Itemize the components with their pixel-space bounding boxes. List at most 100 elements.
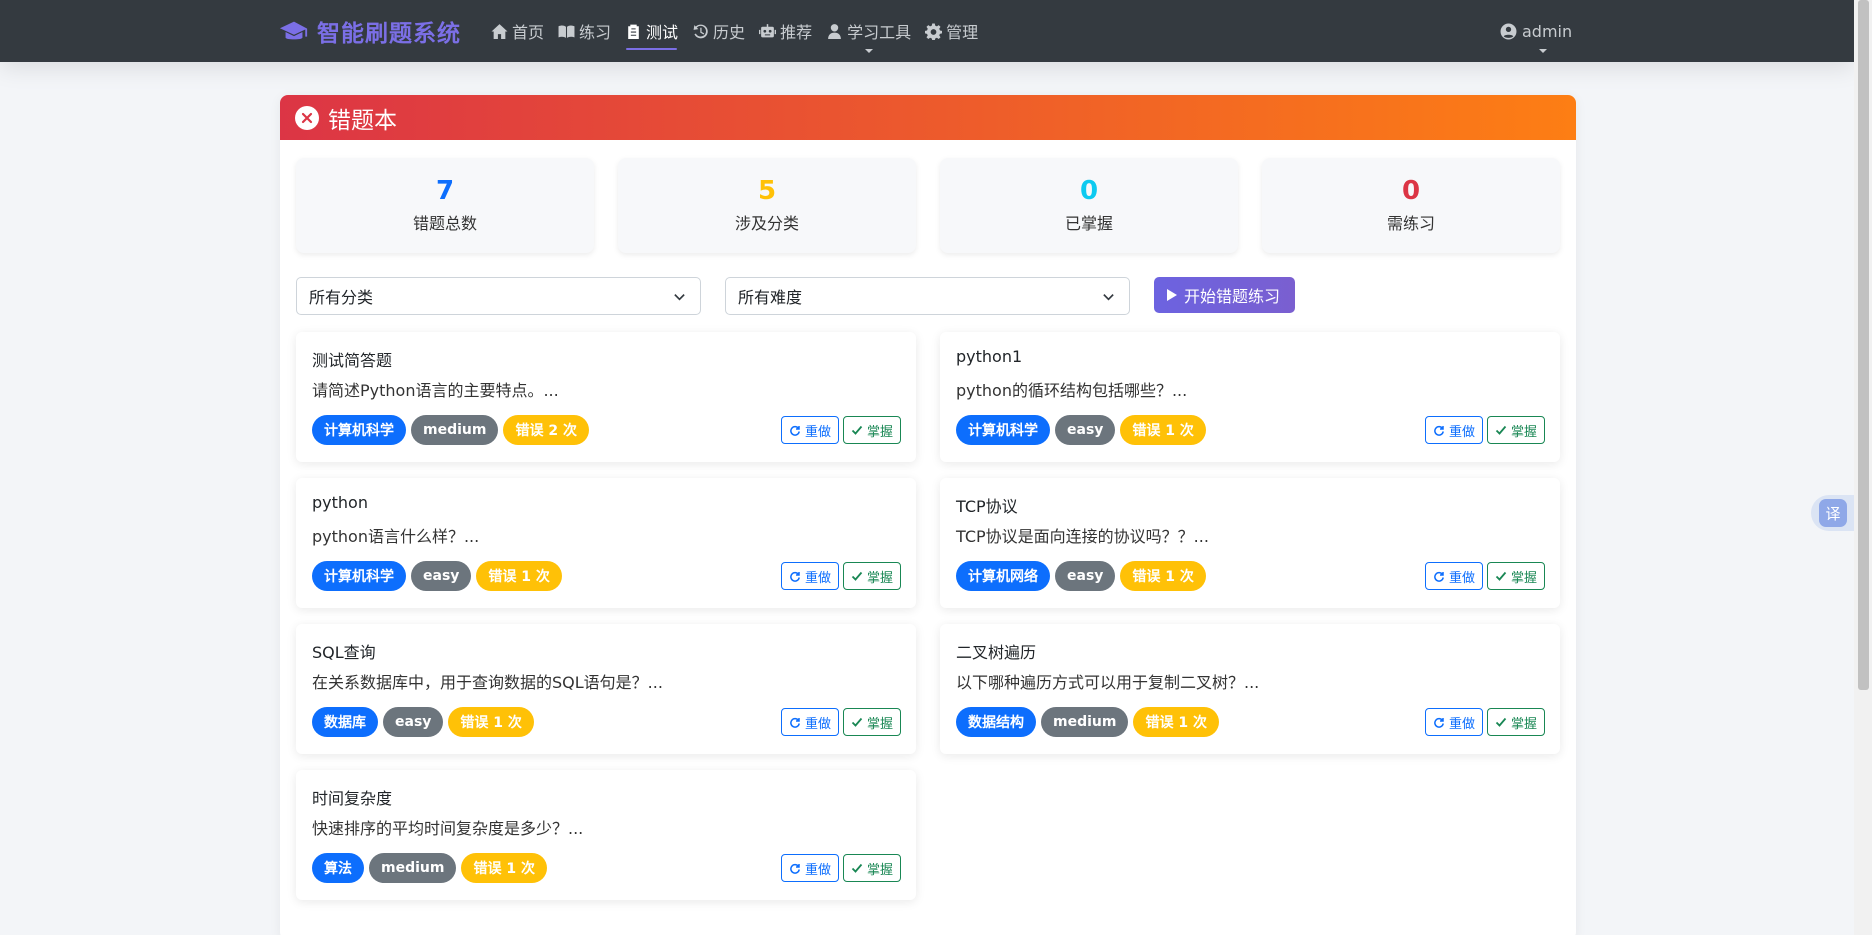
- page-scrollbar[interactable]: [1854, 0, 1872, 935]
- brand-link[interactable]: 智能刷题系统: [279, 14, 461, 48]
- card-header: 错题本: [280, 95, 1576, 140]
- category-badge: 计算机科学: [956, 415, 1050, 445]
- nav-label: 首页: [512, 23, 545, 42]
- difficulty-badge: easy: [411, 561, 472, 591]
- brand-name: 智能刷题系统: [317, 21, 461, 47]
- button-label: 掌握: [866, 862, 893, 878]
- master-button[interactable]: 掌握: [1486, 562, 1545, 590]
- nav-label: 测试: [646, 23, 679, 42]
- button-label: 重做: [804, 716, 831, 732]
- difficulty-badge: medium: [411, 415, 499, 445]
- button-label: 重做: [1448, 424, 1475, 440]
- redo-button[interactable]: 重做: [1424, 708, 1483, 736]
- stat-label: 已掌握: [1064, 214, 1113, 233]
- category-badge: 数据库: [312, 707, 378, 737]
- redo-button[interactable]: 重做: [780, 562, 839, 590]
- redo-button[interactable]: 重做: [1424, 416, 1483, 444]
- question-card: 时间复杂度 快速排序的平均时间复杂度是多少？... 算法 medium 错误 1…: [296, 770, 916, 900]
- wrong-questions-card: 错题本 7 错题总数 5 涉及分类 0 已掌握 0 需练习 所有分类 所有难度 …: [280, 95, 1576, 935]
- stat-value: 0: [1401, 176, 1421, 206]
- redo-button[interactable]: 重做: [780, 708, 839, 736]
- question-card: python python语言什么样？... 计算机科学 easy 错误 1 次…: [296, 478, 916, 608]
- stat-need-practice: 0 需练习: [1262, 158, 1560, 253]
- question-title: 测试简答题: [312, 351, 393, 370]
- master-button[interactable]: 掌握: [1486, 416, 1545, 444]
- button-label: 掌握: [1510, 424, 1537, 440]
- chevron-down-icon: [864, 49, 873, 53]
- category-select[interactable]: 所有分类: [296, 277, 701, 315]
- difficulty-badge: easy: [383, 707, 444, 737]
- stat-mastered: 0 已掌握: [940, 158, 1238, 253]
- question-title: 二叉树遍历: [956, 643, 1037, 662]
- stat-value: 5: [757, 176, 777, 206]
- stat-value: 0: [1079, 176, 1099, 206]
- master-button[interactable]: 掌握: [842, 562, 901, 590]
- nav-item-practice[interactable]: 练习: [551, 0, 618, 62]
- select-value: 所有分类: [309, 288, 374, 307]
- question-title: 时间复杂度: [312, 789, 393, 808]
- error-count-badge: 错误 2 次: [503, 415, 589, 445]
- nav-item-test[interactable]: 测试: [618, 0, 685, 62]
- select-value: 所有难度: [738, 288, 803, 307]
- redo-icon: [790, 425, 800, 436]
- redo-button[interactable]: 重做: [1424, 562, 1483, 590]
- user-menu[interactable]: admin: [1500, 0, 1572, 62]
- redo-button[interactable]: 重做: [780, 416, 839, 444]
- question-card: TCP协议 TCP协议是面向连接的协议吗？？... 计算机网络 easy 错误 …: [940, 478, 1560, 608]
- difficulty-badge: medium: [1041, 707, 1129, 737]
- question-desc: TCP协议是面向连接的协议吗？？...: [956, 527, 1209, 546]
- question-card: SQL查询 在关系数据库中，用于查询数据的SQL语句是？... 数据库 easy…: [296, 624, 916, 754]
- question-title: TCP协议: [956, 497, 1018, 516]
- button-label: 掌握: [866, 716, 893, 732]
- category-badge: 计算机科学: [312, 561, 406, 591]
- master-button[interactable]: 掌握: [1486, 708, 1545, 736]
- error-count-badge: 错误 1 次: [1120, 415, 1206, 445]
- clipboard-icon: [628, 24, 639, 39]
- scrollbar-thumb[interactable]: [1858, 0, 1869, 690]
- check-icon: [851, 571, 863, 581]
- question-title: SQL查询: [312, 643, 376, 662]
- page-title: 错题本: [328, 107, 397, 134]
- stat-label: 涉及分类: [734, 214, 799, 233]
- nav-item-history[interactable]: 历史: [685, 0, 752, 62]
- stat-value: 7: [435, 176, 455, 206]
- button-label: 重做: [804, 424, 831, 440]
- start-wrong-practice-button[interactable]: 开始错题练习: [1154, 277, 1295, 313]
- question-title: python1: [956, 347, 1023, 366]
- question-card: 测试简答题 请简述Python语言的主要特点。... 计算机科学 medium …: [296, 332, 916, 462]
- master-button[interactable]: 掌握: [842, 416, 901, 444]
- home-icon: [491, 23, 508, 39]
- button-label: 掌握: [1510, 570, 1537, 586]
- question-title: python: [312, 493, 368, 512]
- username: admin: [1522, 21, 1573, 41]
- error-count-badge: 错误 1 次: [1133, 707, 1219, 737]
- nav-label: 学习工具: [847, 23, 912, 42]
- difficulty-select[interactable]: 所有难度: [725, 277, 1130, 315]
- question-card: 二叉树遍历 以下哪种遍历方式可以用于复制二叉树？... 数据结构 medium …: [940, 624, 1560, 754]
- master-button[interactable]: 掌握: [842, 854, 901, 882]
- redo-icon: [790, 863, 800, 874]
- top-navbar: 智能刷题系统 首页 练习 测试 历史 推荐 学习工具 管理 admin: [0, 0, 1854, 62]
- check-icon: [1495, 571, 1507, 581]
- nav-item-admin[interactable]: 管理: [918, 0, 985, 62]
- play-icon: [1167, 289, 1177, 301]
- stat-label: 需练习: [1386, 214, 1435, 233]
- button-label: 掌握: [866, 570, 893, 586]
- nav-label: 历史: [713, 23, 746, 42]
- check-icon: [1495, 425, 1507, 435]
- check-icon: [1495, 717, 1507, 727]
- question-desc: 在关系数据库中，用于查询数据的SQL语句是？...: [312, 673, 663, 692]
- nav-label: 管理: [946, 23, 979, 42]
- nav-item-recommend[interactable]: 推荐: [752, 0, 819, 62]
- master-button[interactable]: 掌握: [842, 708, 901, 736]
- question-desc: 请简述Python语言的主要特点。...: [312, 381, 559, 400]
- check-icon: [851, 425, 863, 435]
- button-label: 重做: [804, 862, 831, 878]
- chevron-down-icon: [1103, 294, 1114, 301]
- question-desc: python语言什么样？...: [312, 527, 480, 546]
- button-label: 重做: [1448, 570, 1475, 586]
- nav-item-home[interactable]: 首页: [484, 0, 551, 62]
- redo-button[interactable]: 重做: [780, 854, 839, 882]
- translate-button[interactable]: 译: [1811, 495, 1859, 531]
- nav-item-study-tools[interactable]: 学习工具: [819, 0, 918, 62]
